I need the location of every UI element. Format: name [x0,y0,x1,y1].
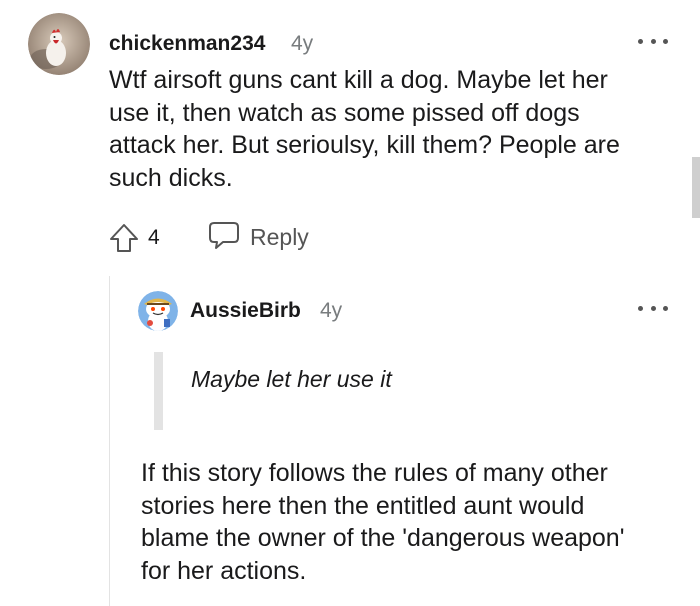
body-line: If this story follows the rules of many … [141,459,608,487]
body-line: such dicks. [109,163,233,192]
comment-age: 4y [320,299,343,322]
body-line: use it, then watch as some pissed off do… [109,98,580,127]
blockquote-bar [154,352,163,430]
upvote-arrow-icon[interactable] [108,222,140,254]
vote-count: 4 [148,226,160,249]
speech-bubble-icon [208,220,240,255]
body-line: blame the owner of the 'dangerous weapon… [141,524,625,552]
comment-body: Wtf airsoft guns cant kill a dog. Maybe … [109,64,620,194]
comment-author[interactable]: AussieBirb [190,299,301,323]
thread-line [109,276,110,606]
reply-button[interactable]: Reply [208,220,309,254]
more-options-icon[interactable] [638,301,668,315]
vote-row: 4 [108,222,160,254]
chicken-avatar[interactable] [28,13,90,75]
body-line: for her actions. [141,556,307,585]
snoo-avatar[interactable] [138,291,178,331]
body-line: attack her. But serioulsy, kill them? Pe… [109,131,620,159]
more-options-icon[interactable] [638,34,668,48]
comment-body: If this story follows the rules of many … [141,457,624,587]
body-line: Wtf airsoft guns cant kill a dog. Maybe … [109,66,608,94]
scrollbar-thumb[interactable] [692,157,700,218]
reply-label: Reply [250,223,309,250]
blockquote-text: Maybe let her use it [191,366,392,392]
body-line: stories here then the entitled aunt woul… [141,491,585,520]
comment-author[interactable]: chickenman234 [109,32,265,56]
comment-age: 4y [291,32,314,55]
